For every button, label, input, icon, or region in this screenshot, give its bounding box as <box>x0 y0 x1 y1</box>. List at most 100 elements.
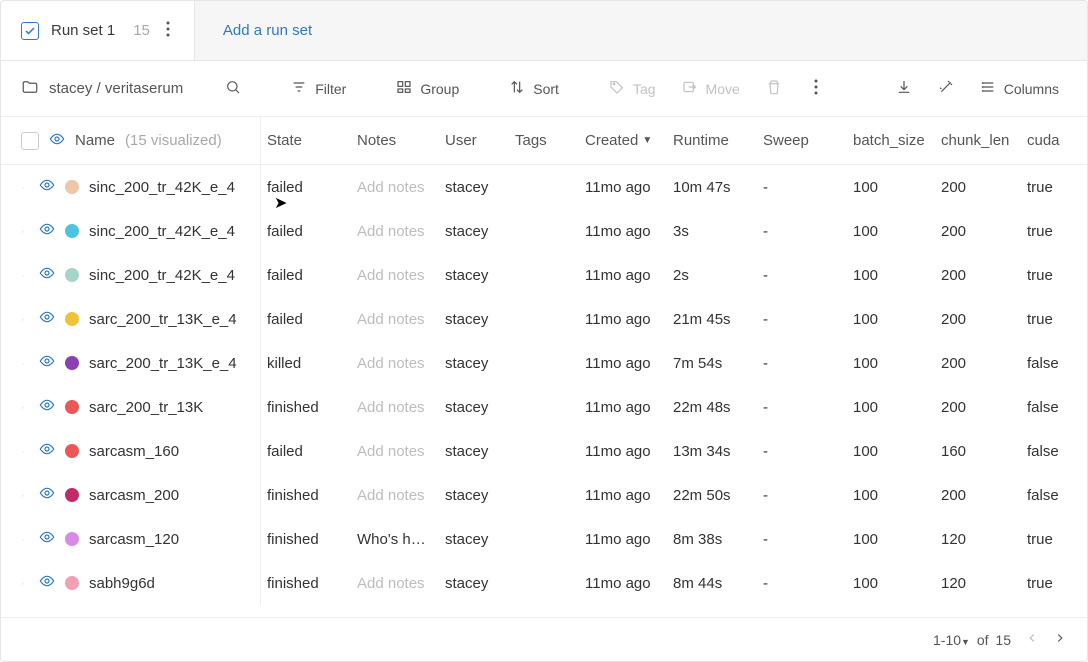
visibility-all-icon[interactable] <box>49 131 65 151</box>
table-row[interactable]: ·sinc_200_tr_42K_e_4failedAdd notesstace… <box>1 253 1087 297</box>
visibility-icon[interactable] <box>39 485 55 505</box>
download-button[interactable] <box>888 73 920 104</box>
cell-notes[interactable]: Add notes <box>351 575 439 592</box>
drag-handle-icon[interactable]: · <box>21 576 29 590</box>
notes-placeholder[interactable]: Add notes <box>357 399 425 416</box>
visibility-icon[interactable] <box>39 265 55 285</box>
cell-notes[interactable]: Add notes <box>351 179 439 196</box>
color-swatch[interactable] <box>65 488 79 502</box>
color-swatch[interactable] <box>65 180 79 194</box>
move-button[interactable]: Move <box>674 73 748 104</box>
tag-button[interactable]: Tag <box>601 73 664 104</box>
cell-notes[interactable]: Add notes <box>351 311 439 328</box>
color-swatch[interactable] <box>65 400 79 414</box>
filter-button[interactable]: Filter <box>283 73 354 104</box>
cell-notes[interactable]: Add notes <box>351 355 439 372</box>
visibility-icon[interactable] <box>39 573 55 593</box>
visibility-icon[interactable] <box>39 529 55 549</box>
color-swatch[interactable] <box>65 444 79 458</box>
col-batch-size[interactable]: batch_size <box>847 132 935 149</box>
drag-handle-icon[interactable]: · <box>21 356 29 370</box>
notes-placeholder[interactable]: Add notes <box>357 311 425 328</box>
cell-notes[interactable]: Add notes <box>351 399 439 416</box>
table-row[interactable]: ·sarcasm_200finishedAdd notesstacey11mo … <box>1 473 1087 517</box>
table-row[interactable]: ·sarc_200_tr_13K_e_4killedAdd notesstace… <box>1 341 1087 385</box>
visibility-icon[interactable] <box>39 397 55 417</box>
notes-placeholder[interactable]: Add notes <box>357 443 425 460</box>
color-swatch[interactable] <box>65 356 79 370</box>
table-row[interactable]: ·sarcasm_160failedAdd notesstacey11mo ag… <box>1 429 1087 473</box>
cell-notes[interactable]: Add notes <box>351 267 439 284</box>
color-swatch[interactable] <box>65 312 79 326</box>
col-runtime[interactable]: Runtime <box>667 132 757 149</box>
col-sweep[interactable]: Sweep <box>757 132 847 149</box>
drag-handle-icon[interactable]: · <box>21 224 29 238</box>
drag-handle-icon[interactable]: · <box>21 180 29 194</box>
sort-button[interactable]: Sort <box>501 73 567 104</box>
col-chunk-len[interactable]: chunk_len <box>935 132 1021 149</box>
table-row[interactable]: ·sabh9g6dfinishedAdd notesstacey11mo ago… <box>1 561 1087 605</box>
col-user[interactable]: User <box>439 132 509 149</box>
color-swatch[interactable] <box>65 532 79 546</box>
delete-button[interactable] <box>758 73 790 104</box>
run-name[interactable]: sarcasm_120 <box>89 531 179 548</box>
notes-text[interactable]: Who's h… <box>357 531 426 548</box>
select-all-checkbox[interactable] <box>21 132 39 150</box>
visibility-icon[interactable] <box>39 441 55 461</box>
columns-button[interactable]: Columns <box>972 73 1067 104</box>
group-button[interactable]: Group <box>388 73 467 104</box>
col-notes[interactable]: Notes <box>351 132 439 149</box>
run-name[interactable]: sinc_200_tr_42K_e_4 <box>89 179 235 196</box>
table-row[interactable]: ·sarcasm_120finishedWho's h…stacey11mo a… <box>1 517 1087 561</box>
search-button[interactable] <box>217 73 249 104</box>
notes-placeholder[interactable]: Add notes <box>357 223 425 240</box>
notes-placeholder[interactable]: Add notes <box>357 267 425 284</box>
add-runset-button[interactable]: Add a run set <box>195 1 340 60</box>
run-name[interactable]: sabh9g6d <box>89 575 155 592</box>
col-state[interactable]: State <box>261 132 351 149</box>
run-name[interactable]: sarcasm_200 <box>89 487 179 504</box>
cell-notes[interactable]: Add notes <box>351 487 439 504</box>
visibility-icon[interactable] <box>39 177 55 197</box>
notes-placeholder[interactable]: Add notes <box>357 487 425 504</box>
cell-notes[interactable]: Add notes <box>351 443 439 460</box>
drag-handle-icon[interactable]: · <box>21 532 29 546</box>
run-name[interactable]: sarc_200_tr_13K_e_4 <box>89 311 237 328</box>
table-row[interactable]: ·sinc_200_tr_42K_e_4failedAdd notesstace… <box>1 165 1087 209</box>
cell-notes[interactable]: Add notes <box>351 223 439 240</box>
wand-button[interactable] <box>930 73 962 104</box>
runset-tab[interactable]: Run set 1 15 <box>1 1 195 60</box>
prev-page-button[interactable] <box>1025 631 1039 648</box>
drag-handle-icon[interactable]: · <box>21 400 29 414</box>
run-name[interactable]: sarc_200_tr_13K <box>89 399 203 416</box>
table-row[interactable]: ·sinc_200_tr_42K_e_4failedAdd notesstace… <box>1 209 1087 253</box>
breadcrumb[interactable]: stacey / veritaserum <box>21 78 183 100</box>
col-created[interactable]: Created ▼ <box>579 132 667 149</box>
run-name[interactable]: sarc_200_tr_13K_e_4 <box>89 355 237 372</box>
color-swatch[interactable] <box>65 224 79 238</box>
col-cuda[interactable]: cuda <box>1021 132 1066 149</box>
table-row[interactable]: ·sarc_200_tr_13KfinishedAdd notesstacey1… <box>1 385 1087 429</box>
visibility-icon[interactable] <box>39 353 55 373</box>
drag-handle-icon[interactable]: · <box>21 312 29 326</box>
drag-handle-icon[interactable]: · <box>21 488 29 502</box>
range-dropdown-icon[interactable]: ▼ <box>961 637 970 647</box>
visibility-icon[interactable] <box>39 221 55 241</box>
col-tags[interactable]: Tags <box>509 132 579 149</box>
runset-menu-icon[interactable] <box>162 21 174 40</box>
notes-placeholder[interactable]: Add notes <box>357 179 425 196</box>
run-name[interactable]: sinc_200_tr_42K_e_4 <box>89 223 235 240</box>
next-page-button[interactable] <box>1053 631 1067 648</box>
drag-handle-icon[interactable]: · <box>21 268 29 282</box>
color-swatch[interactable] <box>65 576 79 590</box>
notes-placeholder[interactable]: Add notes <box>357 355 425 372</box>
run-name[interactable]: sinc_200_tr_42K_e_4 <box>89 267 235 284</box>
cell-notes[interactable]: Who's h… <box>351 531 439 548</box>
visibility-icon[interactable] <box>39 309 55 329</box>
col-name[interactable]: Name <box>75 132 115 149</box>
drag-handle-icon[interactable]: · <box>21 444 29 458</box>
table-row[interactable]: ·sarc_200_tr_13K_e_4failedAdd notesstace… <box>1 297 1087 341</box>
color-swatch[interactable] <box>65 268 79 282</box>
more-button[interactable] <box>800 73 832 104</box>
run-name[interactable]: sarcasm_160 <box>89 443 179 460</box>
